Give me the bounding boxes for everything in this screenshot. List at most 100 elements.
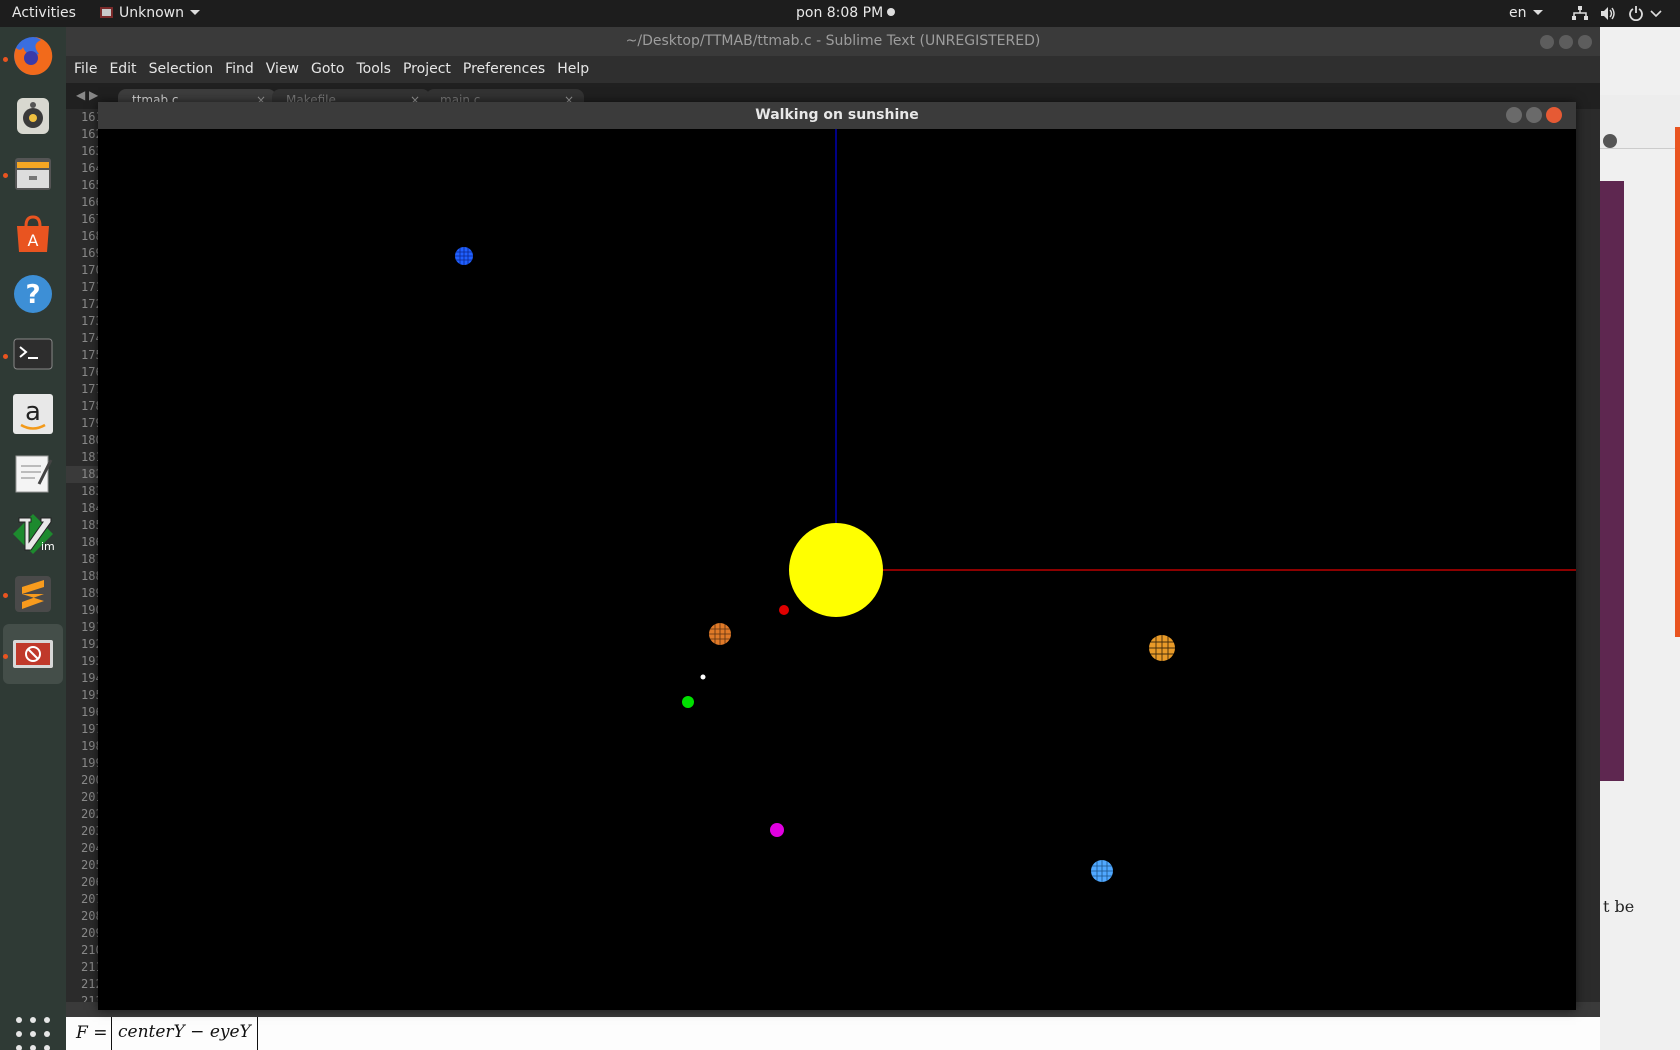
- files-icon[interactable]: [11, 152, 55, 196]
- line-number: 169: [81, 246, 100, 260]
- line-number: 212: [81, 977, 100, 991]
- planet-earth: [682, 696, 694, 708]
- line-number: 199: [81, 756, 100, 770]
- show-applications-icon[interactable]: [16, 1017, 50, 1050]
- maximize-button[interactable]: [1526, 107, 1542, 123]
- planet-jupiter: [1149, 635, 1175, 661]
- menu-file[interactable]: File: [74, 56, 97, 83]
- line-number: 179: [81, 416, 100, 430]
- app-icon: [100, 7, 113, 18]
- line-number: 182: [66, 466, 100, 483]
- terminal-icon[interactable]: [11, 332, 55, 376]
- menu-edit[interactable]: Edit: [109, 56, 136, 83]
- tab-scroll-arrows-icon[interactable]: ◀ ▶: [76, 88, 98, 102]
- line-number: 204: [81, 841, 100, 855]
- clock-label: pon 8:08 PM: [796, 5, 884, 21]
- line-number: 200: [81, 773, 100, 787]
- line-number: 162: [81, 127, 100, 141]
- vim-icon[interactable]: im: [11, 512, 55, 556]
- svg-text:a: a: [25, 397, 41, 427]
- notification-dot-icon: [887, 8, 896, 16]
- line-number: 183: [81, 484, 100, 498]
- planet-mercury: [779, 605, 789, 615]
- help-icon[interactable]: ?: [11, 272, 55, 316]
- line-number: 175: [81, 348, 100, 362]
- formula-lhs: F =: [76, 1023, 108, 1043]
- line-number: 174: [81, 331, 100, 345]
- menu-selection[interactable]: Selection: [149, 56, 214, 83]
- line-number: 168: [81, 229, 100, 243]
- sublime-text-icon[interactable]: [11, 572, 55, 616]
- menu-tools[interactable]: Tools: [356, 56, 391, 83]
- line-number: 202: [81, 807, 100, 821]
- line-number: 163: [81, 144, 100, 158]
- dock: A ? a im: [0, 27, 66, 1050]
- minimize-button[interactable]: [1506, 107, 1522, 123]
- close-button[interactable]: [1546, 107, 1562, 123]
- line-number: 205: [81, 858, 100, 872]
- line-number: 190: [81, 603, 100, 617]
- running-indicator: [3, 354, 8, 359]
- activities-button[interactable]: Activities: [12, 0, 76, 27]
- close-icon[interactable]: [1603, 134, 1617, 148]
- line-number: 166: [81, 195, 100, 209]
- app-menu[interactable]: Unknown: [100, 0, 200, 27]
- menu-goto[interactable]: Goto: [311, 56, 344, 83]
- line-number: 211: [81, 960, 100, 974]
- minimize-button[interactable]: [1540, 35, 1554, 49]
- line-number-gutter: 161 162 163 164 165 166 167 168 169 170 171 172 173 1…: [66, 109, 100, 1005]
- line-number: 198: [81, 739, 100, 753]
- menu-help[interactable]: Help: [557, 56, 589, 83]
- line-number: 209: [81, 926, 100, 940]
- power-icon[interactable]: [1628, 6, 1644, 21]
- line-number: 201: [81, 790, 100, 804]
- solar-system-canvas[interactable]: [98, 129, 1576, 1010]
- chevron-down-icon[interactable]: [1650, 6, 1662, 21]
- sublime-menubar: File Edit Selection Find View Goto Tools Projec…: [66, 56, 1600, 83]
- line-number: 192: [81, 637, 100, 651]
- scrollbar[interactable]: [1675, 127, 1680, 637]
- menu-view[interactable]: View: [266, 56, 299, 83]
- menu-project[interactable]: Project: [403, 56, 451, 83]
- line-number: 171: [81, 280, 100, 294]
- volume-icon[interactable]: [1600, 6, 1616, 21]
- svg-text:?: ?: [25, 280, 40, 310]
- maximize-button[interactable]: [1559, 35, 1573, 49]
- running-indicator: [3, 593, 8, 598]
- line-number: 187: [81, 552, 100, 566]
- text-editor-icon[interactable]: [11, 452, 55, 496]
- top-bar: Activities Unknown pon 8:08 PM en: [0, 0, 1680, 27]
- line-number: 172: [81, 297, 100, 311]
- moon: [700, 674, 706, 680]
- line-number: 191: [81, 620, 100, 634]
- line-number: 188: [81, 569, 100, 583]
- amazon-icon[interactable]: a: [11, 392, 55, 436]
- line-number: 178: [81, 399, 100, 413]
- planet-mars: [770, 823, 784, 837]
- line-number: 195: [81, 688, 100, 702]
- opengl-app-icon[interactable]: [11, 632, 55, 676]
- chevron-down-icon: [190, 10, 200, 15]
- rhythmbox-icon[interactable]: [11, 94, 55, 138]
- language-label: en: [1509, 5, 1527, 21]
- clock[interactable]: pon 8:08 PM: [796, 0, 896, 27]
- line-number: 180: [81, 433, 100, 447]
- close-button[interactable]: [1578, 35, 1592, 49]
- line-number: 189: [81, 586, 100, 600]
- language-indicator[interactable]: en: [1509, 0, 1543, 27]
- gl-window-title: Walking on sunshine: [98, 102, 1576, 129]
- formula-expression: centerY − eyeY: [111, 1017, 258, 1050]
- running-indicator: [3, 57, 8, 62]
- firefox-icon[interactable]: [11, 34, 55, 78]
- line-number: 181: [81, 450, 100, 464]
- menu-preferences[interactable]: Preferences: [463, 56, 545, 83]
- network-icon[interactable]: [1572, 6, 1588, 21]
- software-center-icon[interactable]: A: [11, 212, 55, 256]
- sublime-title: ~/Desktop/TTMAB/ttmab.c - Sublime Text (…: [66, 27, 1600, 56]
- page-text-fragment: t be: [1603, 897, 1635, 916]
- menu-find[interactable]: Find: [225, 56, 254, 83]
- line-number: 206: [81, 875, 100, 889]
- svg-text:im: im: [41, 540, 55, 553]
- line-number: 186: [81, 535, 100, 549]
- line-number: 164: [81, 161, 100, 175]
